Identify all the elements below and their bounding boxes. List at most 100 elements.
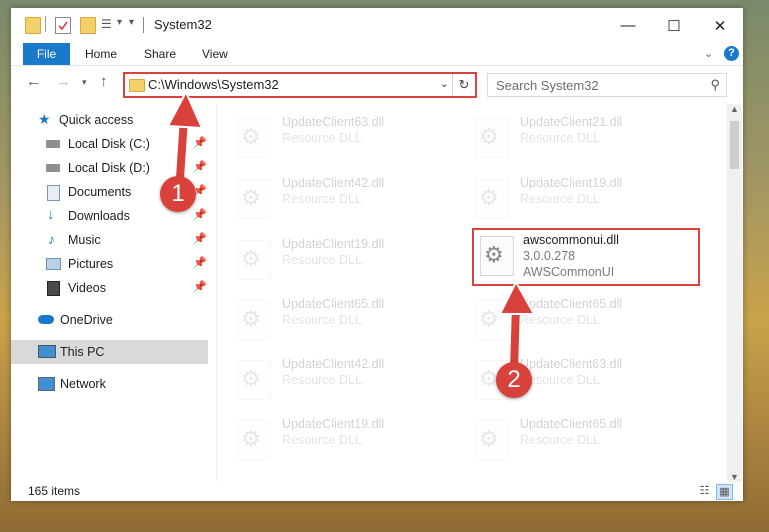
sidebar-item-pictures[interactable]: Pictures 📌 <box>11 252 208 276</box>
list-item[interactable]: UpdateClient19.dll Resource DLL <box>221 234 451 288</box>
file-name: UpdateClient63.dll <box>282 115 385 129</box>
view-options-icon[interactable]: ☰ <box>101 17 115 32</box>
drive-icon <box>46 164 60 172</box>
list-item[interactable]: UpdateClient19.dll Resource DLL <box>459 173 689 227</box>
sidebar-item-label: Videos <box>68 281 106 295</box>
list-item[interactable]: UpdateClient42.dll Resource DLL <box>221 173 451 227</box>
close-button[interactable]: ✕ <box>697 8 743 43</box>
dll-file-icon <box>237 300 271 340</box>
scroll-up-icon[interactable]: ▲ <box>730 104 739 114</box>
list-item[interactable]: UpdateClient65.dll Resource DLL <box>459 414 689 468</box>
file-name: UpdateClient42.dll <box>282 176 385 190</box>
chevron-down-icon[interactable]: ⌄ <box>704 43 713 65</box>
pane-divider <box>216 104 217 482</box>
sidebar-item-label: Quick access <box>59 113 134 127</box>
dll-file-icon <box>475 118 509 158</box>
forward-icon[interactable]: → <box>56 73 71 90</box>
sidebar-item-label: Pictures <box>68 257 114 271</box>
file-name: UpdateClient19.dll <box>520 176 623 190</box>
title-bar: ☰ ▾ ▾ System32 — ☐ ✕ <box>11 8 743 43</box>
sidebar-item-label: Network <box>60 377 106 391</box>
list-item[interactable]: UpdateClient21.dll Resource DLL <box>459 112 689 166</box>
music-icon: ♪ <box>48 231 55 247</box>
item-count: 165 items <box>28 484 81 498</box>
help-icon[interactable]: ? <box>724 46 739 61</box>
computer-icon <box>38 345 56 358</box>
details-view-icon[interactable]: ☷ <box>697 484 712 498</box>
refresh-icon[interactable]: ↻ <box>452 74 475 96</box>
drive-icon <box>46 140 60 148</box>
customize-toolbar-icon[interactable]: ▾ <box>129 17 143 32</box>
list-item[interactable]: UpdateClient19.dll Resource DLL <box>221 414 451 468</box>
sidebar-item-label: Music <box>68 233 101 247</box>
highlighted-file[interactable]: awscommonui.dll 3.0.0.278 AWSCommonUI <box>472 228 700 286</box>
chevron-down-icon[interactable]: ⌄ <box>440 77 449 90</box>
scrollbar-thumb[interactable] <box>730 121 739 169</box>
step-badge-1: 1 <box>160 176 196 212</box>
back-icon[interactable]: ← <box>26 73 41 90</box>
pin-icon[interactable]: 📌 <box>193 232 207 245</box>
file-name: UpdateClient19.dll <box>282 237 385 251</box>
cloud-icon <box>38 315 54 324</box>
large-icons-view-icon[interactable]: ▦ <box>716 484 733 500</box>
folder-icon <box>25 17 41 34</box>
file-version: 3.0.0.278 <box>523 249 576 263</box>
step-badge-2: 2 <box>496 362 532 398</box>
file-type: Resource DLL <box>282 192 362 206</box>
scroll-down-icon[interactable]: ▼ <box>730 472 739 482</box>
window-title: System32 <box>154 17 212 32</box>
navigation-bar: ← → ▾ ↑ C:\Windows\System32 ⌄ ↻ Search S… <box>11 70 743 98</box>
tab-view[interactable]: View <box>202 43 228 65</box>
recent-locations-icon[interactable]: ▾ <box>82 77 87 88</box>
file-type: Resource DLL <box>282 313 362 327</box>
pin-icon[interactable]: 📌 <box>193 280 207 293</box>
divider <box>143 17 144 33</box>
list-item[interactable]: UpdateClient63.dll Resource DLL <box>221 112 451 166</box>
file-type: Resource DLL <box>282 373 362 387</box>
up-icon[interactable]: ↑ <box>100 73 108 90</box>
vertical-scrollbar[interactable]: ▲ ▼ <box>727 104 742 482</box>
tab-home[interactable]: Home <box>85 43 117 65</box>
search-icon[interactable]: ⚲ <box>710 77 720 93</box>
properties-icon[interactable] <box>55 17 71 34</box>
tab-file[interactable]: File <box>23 43 70 65</box>
new-folder-icon[interactable] <box>80 17 96 34</box>
folder-icon <box>129 79 145 92</box>
tab-share[interactable]: Share <box>144 43 176 65</box>
minimize-button[interactable]: — <box>605 8 651 43</box>
pin-icon[interactable]: 📌 <box>193 256 207 269</box>
file-name: UpdateClient65.dll <box>520 417 623 431</box>
list-item[interactable]: UpdateClient42.dll Resource DLL <box>221 354 451 408</box>
file-name: UpdateClient42.dll <box>282 357 385 371</box>
file-type: Resource DLL <box>520 433 600 447</box>
file-type: Resource DLL <box>282 131 362 145</box>
download-icon: ↓ <box>47 206 55 223</box>
star-icon: ★ <box>38 111 51 127</box>
divider <box>45 16 46 32</box>
dll-file-icon <box>237 118 271 158</box>
sidebar-item-onedrive[interactable]: OneDrive <box>11 308 208 332</box>
videos-icon <box>47 281 60 296</box>
file-type: Resource DLL <box>520 131 600 145</box>
sidebar-item-label: Downloads <box>68 209 130 223</box>
sidebar-item-videos[interactable]: Videos 📌 <box>11 276 208 300</box>
file-list: UpdateClient63.dll Resource DLL UpdateCl… <box>221 104 725 482</box>
dll-file-icon <box>480 236 514 276</box>
sidebar-item-this-pc[interactable]: This PC <box>11 340 208 364</box>
list-item[interactable]: UpdateClient65.dll Resource DLL <box>221 294 451 348</box>
sidebar-item-label: Documents <box>68 185 132 199</box>
sidebar-item-music[interactable]: ♪ Music 📌 <box>11 228 208 252</box>
dll-file-icon <box>237 360 271 400</box>
search-box[interactable]: Search System32 ⚲ <box>487 73 727 97</box>
dll-file-icon <box>237 420 271 460</box>
maximize-button[interactable]: ☐ <box>651 8 697 43</box>
file-description: AWSCommonUI <box>523 265 615 279</box>
file-type: Resource DLL <box>520 192 600 206</box>
search-input[interactable]: Search System32 <box>496 78 599 93</box>
file-name: UpdateClient19.dll <box>282 417 385 431</box>
sidebar-item-network[interactable]: Network <box>11 372 208 396</box>
sidebar-item-label: This PC <box>60 345 105 359</box>
dll-file-icon <box>475 420 509 460</box>
sidebar-item-label: Local Disk (C:) <box>68 137 150 151</box>
sidebar-item-label: OneDrive <box>60 313 113 327</box>
